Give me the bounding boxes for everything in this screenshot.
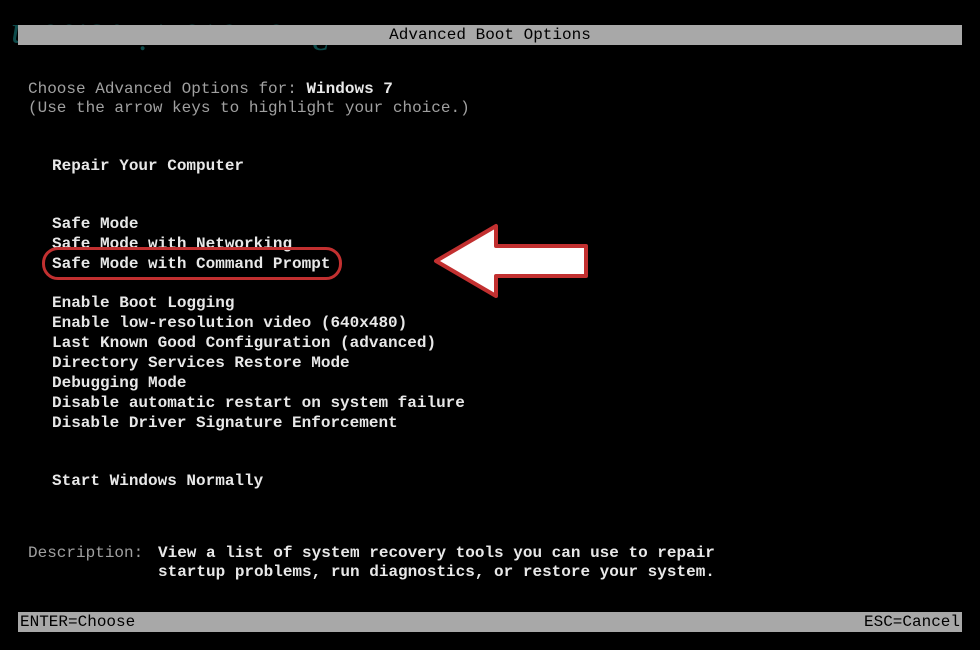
- menu-last-known-good[interactable]: Last Known Good Configuration (advanced): [52, 333, 952, 353]
- menu-low-res-video[interactable]: Enable low-resolution video (640x480): [52, 313, 952, 333]
- menu-safe-mode-networking[interactable]: Safe Mode with Networking: [52, 234, 952, 254]
- content-area: Choose Advanced Options for: Windows 7 (…: [28, 80, 952, 491]
- title-bar: Advanced Boot Options: [18, 25, 962, 45]
- footer-bar: ENTER=Choose ESC=Cancel: [18, 612, 962, 632]
- menu-safe-mode-command-prompt[interactable]: Safe Mode with Command Prompt: [52, 254, 330, 274]
- menu-repair-computer[interactable]: Repair Your Computer: [52, 156, 952, 176]
- menu-debugging-mode[interactable]: Debugging Mode: [52, 373, 952, 393]
- choose-line: Choose Advanced Options for: Windows 7: [28, 80, 952, 99]
- description-block: Description:View a list of system recove…: [28, 544, 715, 582]
- menu-safe-mode[interactable]: Safe Mode: [52, 214, 952, 234]
- description-text: View a list of system recovery tools you…: [158, 544, 715, 582]
- os-name: Windows 7: [306, 80, 392, 98]
- menu-enable-boot-logging[interactable]: Enable Boot Logging: [52, 293, 952, 313]
- menu-directory-services-restore[interactable]: Directory Services Restore Mode: [52, 353, 952, 373]
- menu-start-windows-normally[interactable]: Start Windows Normally: [52, 471, 952, 491]
- footer-enter-hint: ENTER=Choose: [20, 612, 135, 632]
- title-text: Advanced Boot Options: [389, 26, 591, 44]
- hint-line: (Use the arrow keys to highlight your ch…: [28, 99, 952, 118]
- footer-esc-hint: ESC=Cancel: [864, 612, 960, 632]
- menu-disable-auto-restart[interactable]: Disable automatic restart on system fail…: [52, 393, 952, 413]
- description-label: Description:: [28, 544, 158, 563]
- watermark-text: 2-remove-virus.com: [0, 0, 10, 15]
- menu-disable-driver-sig[interactable]: Disable Driver Signature Enforcement: [52, 413, 952, 433]
